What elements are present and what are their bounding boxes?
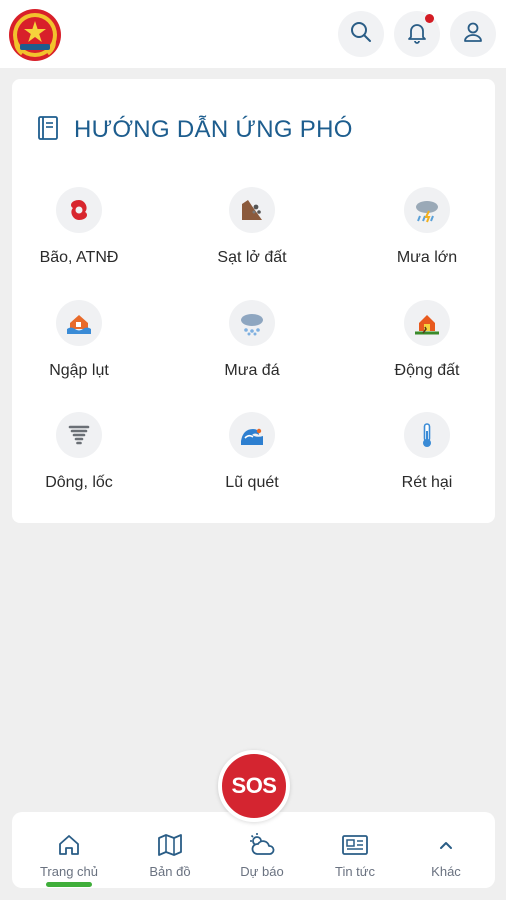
guide-item-cold[interactable]: Rét hại	[357, 412, 497, 512]
search-icon	[349, 20, 373, 49]
flood-icon	[56, 300, 102, 346]
guide-item-earthquake[interactable]: Động đất	[357, 300, 497, 400]
guide-item-label: Mưa lớn	[396, 249, 458, 266]
bell-icon	[405, 20, 429, 49]
typhoon-icon	[56, 187, 102, 233]
guide-item-label: Dông, lốc	[45, 474, 113, 491]
guide-item-typhoon[interactable]: Bão, ATNĐ	[9, 187, 149, 287]
bottom-navigation: Trang chủ Bản đồ Dự báo Tin tức Khác	[12, 812, 495, 888]
sos-label: SOS	[231, 773, 277, 798]
chevron-up-icon	[436, 832, 456, 858]
search-button[interactable]	[338, 11, 384, 57]
guide-item-label: Ngập lụt	[49, 362, 109, 379]
hail-icon	[229, 300, 275, 346]
heavy-rain-icon	[404, 187, 450, 233]
nav-label: Tin tức	[334, 864, 375, 879]
guide-item-label: Rét hại	[401, 474, 453, 491]
nav-item-news[interactable]: Tin tức	[307, 812, 403, 888]
guide-item-label: Sạt lở đất	[217, 249, 287, 266]
app-header	[0, 0, 506, 68]
nav-label: Bản đồ	[149, 864, 191, 879]
guide-item-label: Động đất	[394, 362, 460, 379]
guide-item-label: Bão, ATNĐ	[39, 249, 119, 266]
tornado-icon	[56, 412, 102, 458]
profile-button[interactable]	[450, 11, 496, 57]
nav-label: Khác	[431, 864, 461, 879]
nav-item-more[interactable]: Khác	[398, 812, 494, 888]
nav-item-forecast[interactable]: Dự báo	[214, 812, 310, 888]
guide-item-hail[interactable]: Mưa đá	[182, 300, 322, 400]
flash-flood-icon	[229, 412, 275, 458]
guide-item-heavy-rain[interactable]: Mưa lớn	[357, 187, 497, 287]
guide-item-flash-flood[interactable]: Lũ quét	[182, 412, 322, 512]
sos-button[interactable]: SOS	[218, 750, 290, 822]
response-guide-card: HƯỚNG DẪN ỨNG PHÓ Bão, ATNĐ Sạt lở đất M…	[12, 79, 495, 523]
user-icon	[461, 20, 485, 49]
landslide-icon	[229, 187, 275, 233]
notification-badge	[425, 14, 434, 23]
card-header: HƯỚNG DẪN ỨNG PHÓ	[36, 115, 353, 145]
guide-item-tornado[interactable]: Dông, lốc	[9, 412, 149, 512]
nav-item-map[interactable]: Bản đồ	[122, 812, 218, 888]
guide-item-label: Mưa đá	[224, 362, 280, 379]
thermometer-icon	[404, 412, 450, 458]
nav-item-home[interactable]: Trang chủ	[21, 812, 117, 888]
earthquake-icon	[404, 300, 450, 346]
map-icon	[157, 832, 183, 858]
guide-item-flood[interactable]: Ngập lụt	[9, 300, 149, 400]
active-tab-indicator	[46, 882, 92, 887]
card-title: HƯỚNG DẪN ỨNG PHÓ	[74, 116, 353, 143]
book-icon	[36, 115, 60, 146]
notification-button[interactable]	[394, 11, 440, 57]
home-icon	[57, 832, 81, 858]
nav-label: Trang chủ	[39, 864, 99, 879]
guide-item-label: Lũ quét	[225, 474, 279, 491]
emblem-logo	[8, 8, 62, 62]
nav-label: Dự báo	[240, 864, 284, 879]
guide-item-landslide[interactable]: Sạt lở đất	[182, 187, 322, 287]
weather-icon	[247, 832, 277, 858]
news-icon	[341, 832, 369, 858]
